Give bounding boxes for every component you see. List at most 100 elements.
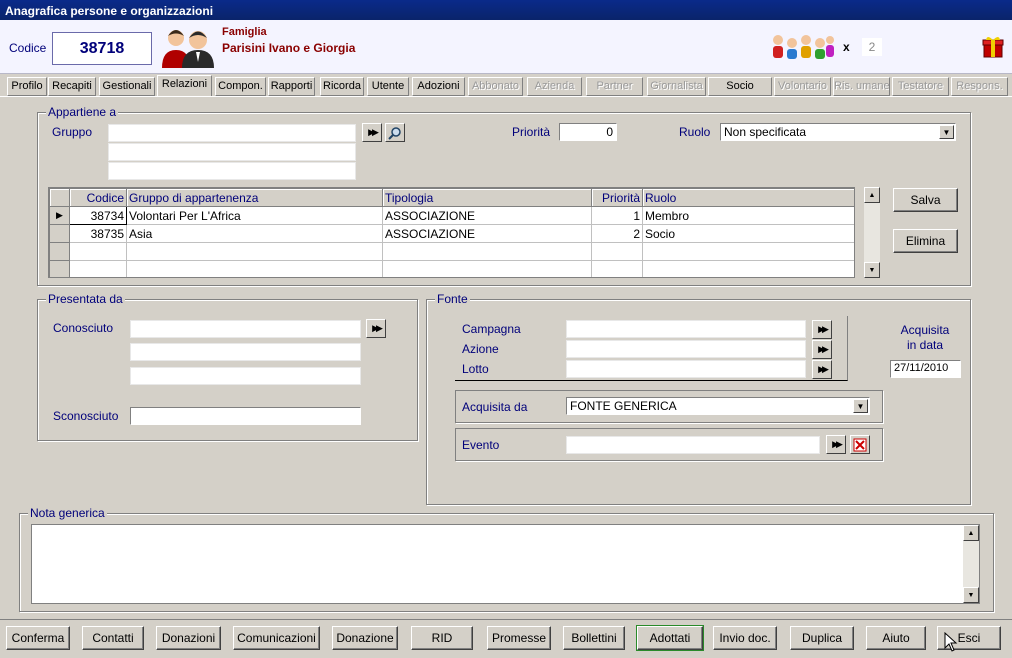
table-row-empty[interactable] — [49, 242, 854, 261]
tab-ricorda[interactable]: Ricorda — [320, 77, 364, 96]
gruppo-input-line-2[interactable] — [108, 143, 356, 161]
cell-codice[interactable]: 38734 — [69, 206, 127, 225]
conferma-button[interactable]: Conferma — [6, 626, 70, 650]
acquisita-da-select[interactable]: FONTE GENERICA ▼ — [566, 397, 870, 415]
tab-adozioni[interactable]: Adozioni — [412, 77, 465, 96]
evento-clear-button[interactable] — [850, 435, 870, 454]
rid-button[interactable]: RID — [411, 626, 473, 650]
bollettini-button[interactable]: Bollettini — [563, 626, 625, 650]
elimina-button[interactable]: Elimina — [893, 229, 958, 253]
gift-icon[interactable] — [982, 36, 1004, 58]
aiuto-button[interactable]: Aiuto — [866, 626, 926, 650]
duplica-button[interactable]: Duplica — [790, 626, 854, 650]
campagna-input[interactable] — [566, 320, 806, 338]
campagna-lookup-button[interactable]: ▶▶ — [812, 320, 832, 339]
conosciuto-input-line-3[interactable] — [130, 367, 361, 385]
contatti-button[interactable]: Contatti — [82, 626, 144, 650]
chevron-down-icon[interactable]: ▼ — [939, 125, 954, 139]
invio-doc-button[interactable]: Invio doc. — [713, 626, 777, 650]
tab-rapporti[interactable]: Rapporti — [268, 77, 315, 96]
acquisita-da-value: FONTE GENERICA — [570, 399, 677, 413]
lotto-input[interactable] — [566, 360, 806, 378]
adottati-button[interactable]: Adottati — [636, 625, 704, 651]
col-tipologia[interactable]: Tipologia — [382, 188, 592, 207]
chevron-down-icon[interactable]: ▼ — [853, 399, 868, 413]
fast-forward-icon: ▶▶ — [368, 127, 379, 137]
nota-textarea[interactable] — [31, 524, 980, 604]
cell-tipologia[interactable]: ASSOCIAZIONE — [382, 224, 592, 243]
tab-compon[interactable]: Compon. — [215, 77, 266, 96]
scroll-up-icon[interactable]: ▲ — [864, 187, 880, 203]
relazioni-grid[interactable]: Codice Gruppo di appartenenza Tipologia … — [48, 187, 855, 278]
tab-socio[interactable]: Socio — [708, 77, 772, 96]
close-icon — [853, 438, 867, 451]
gruppo-input-line-3[interactable] — [108, 162, 356, 180]
tab-giornalista[interactable]: Giornalista — [647, 77, 706, 96]
donazioni-button[interactable]: Donazioni — [156, 626, 221, 650]
tab-abbonato[interactable]: Abbonato — [468, 77, 523, 96]
ruolo-select[interactable]: Non specificata ▼ — [720, 123, 956, 141]
cell-priorita[interactable]: 2 — [591, 224, 643, 243]
nota-scrollbar[interactable]: ▲ ▼ — [963, 525, 979, 603]
promesse-button[interactable]: Promesse — [487, 626, 551, 650]
donazione-button[interactable]: Donazione — [332, 626, 398, 650]
cell-ruolo[interactable]: Socio — [642, 224, 854, 243]
tab-azienda[interactable]: Azienda — [527, 77, 582, 96]
cell-gruppo[interactable]: Asia — [126, 224, 383, 243]
tab-recapiti[interactable]: Recapiti — [48, 77, 96, 96]
col-codice[interactable]: Codice — [69, 188, 127, 207]
col-ruolo[interactable]: Ruolo — [642, 188, 854, 207]
lotto-lookup-button[interactable]: ▶▶ — [812, 360, 832, 379]
cell-codice[interactable]: 38735 — [69, 224, 127, 243]
record-name: Parisini Ivano e Giorgia — [222, 41, 356, 55]
tab-testatore[interactable]: Testatore — [892, 77, 949, 96]
members-icon — [770, 32, 836, 60]
gruppo-lookup-button[interactable]: ▶▶ — [362, 123, 382, 142]
scroll-down-icon[interactable]: ▼ — [963, 587, 979, 603]
ruolo-label: Ruolo — [679, 125, 711, 139]
cell-ruolo[interactable]: Membro — [642, 206, 854, 225]
tab-profilo[interactable]: Profilo — [7, 77, 47, 96]
scroll-up-icon[interactable]: ▲ — [963, 525, 979, 541]
sconosciuto-input[interactable] — [130, 407, 361, 425]
priorita-input[interactable]: 0 — [559, 123, 617, 141]
tab-volontario[interactable]: Volontario — [774, 77, 831, 96]
table-row[interactable]: 38735 Asia ASSOCIAZIONE 2 Socio — [49, 224, 854, 243]
tab-partner[interactable]: Partner — [586, 77, 643, 96]
cell-gruppo[interactable]: Volontari Per L'Africa — [126, 206, 383, 225]
conosciuto-lookup-button[interactable]: ▶▶ — [366, 319, 386, 338]
cell-priorita[interactable]: 1 — [591, 206, 643, 225]
conosciuto-input[interactable] — [130, 320, 361, 338]
cell-tipologia[interactable]: ASSOCIAZIONE — [382, 206, 592, 225]
mouse-cursor-icon — [944, 631, 958, 652]
conosciuto-label: Conosciuto — [53, 321, 114, 335]
tab-gestionali[interactable]: Gestionali — [99, 77, 155, 96]
tab-respons[interactable]: Respons. — [951, 77, 1008, 96]
salva-button[interactable]: Salva — [893, 188, 958, 212]
search-icon — [388, 126, 401, 140]
appartiene-legend: Appartiene a — [46, 105, 119, 119]
grid-corner — [49, 188, 70, 207]
gruppo-input[interactable] — [108, 124, 356, 142]
priorita-label: Priorità — [512, 125, 551, 139]
acquisita-in-data-input[interactable]: 27/11/2010 — [890, 360, 961, 378]
scroll-down-icon[interactable]: ▼ — [864, 262, 880, 278]
azione-label: Azione — [462, 342, 499, 356]
gruppo-search-button[interactable] — [385, 123, 405, 142]
conosciuto-input-line-2[interactable] — [130, 343, 361, 361]
tab-relazioni[interactable]: Relazioni — [157, 75, 212, 96]
evento-lookup-button[interactable]: ▶▶ — [826, 435, 846, 454]
table-row-empty[interactable] — [49, 260, 854, 277]
tab-ris-umane[interactable]: Ris. umane — [833, 77, 890, 96]
col-priorita[interactable]: Priorità — [591, 188, 643, 207]
table-row[interactable]: ▶ 38734 Volontari Per L'Africa ASSOCIAZI… — [49, 206, 854, 225]
tab-utente[interactable]: Utente — [367, 77, 409, 96]
grid-scrollbar[interactable]: ▲ ▼ — [864, 187, 880, 278]
record-header: Codice 38718 Famiglia Parisini Ivano e G… — [0, 20, 1012, 74]
azione-lookup-button[interactable]: ▶▶ — [812, 340, 832, 359]
azione-input[interactable] — [566, 340, 806, 358]
evento-input[interactable] — [566, 436, 820, 454]
col-gruppo[interactable]: Gruppo di appartenenza — [126, 188, 383, 207]
comunicazioni-button[interactable]: Comunicazioni — [233, 626, 320, 650]
fast-forward-icon: ▶▶ — [818, 364, 829, 374]
